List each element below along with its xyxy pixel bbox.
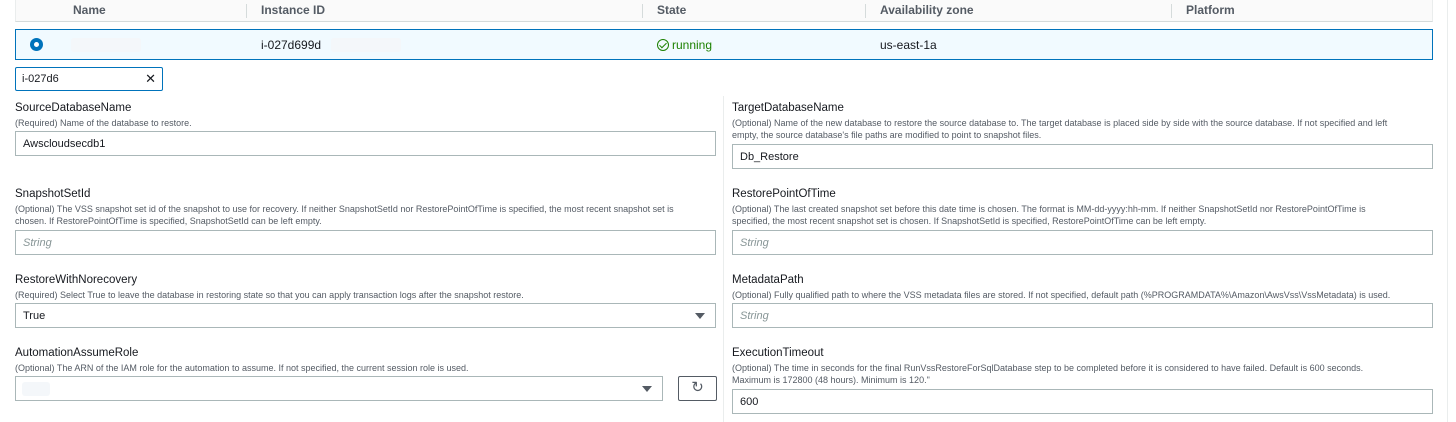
column-header-availability-zone[interactable]: Availability zone bbox=[880, 3, 974, 17]
snapshot-set-id-field: SnapshotSetId (Optional) The VSS snapsho… bbox=[15, 187, 720, 227]
column-header-state[interactable]: State bbox=[657, 3, 686, 17]
restore-point-of-time-input[interactable]: String bbox=[732, 230, 1433, 255]
execution-timeout-input[interactable]: 600 bbox=[732, 389, 1433, 414]
state-text: running bbox=[672, 38, 713, 52]
column-header-instance-id[interactable]: Instance ID bbox=[261, 3, 325, 17]
refresh-icon[interactable]: ↻ bbox=[678, 376, 717, 401]
field-description: (Optional) The ARN of the IAM role for t… bbox=[15, 363, 469, 373]
panel-edge bbox=[1447, 0, 1448, 422]
redacted-role bbox=[22, 382, 50, 396]
field-label: SourceDatabaseName bbox=[15, 102, 132, 114]
filter-value: i-027d6 bbox=[22, 73, 59, 85]
check-circle-icon bbox=[657, 39, 669, 51]
field-description: (Required) Name of the database to resto… bbox=[15, 118, 192, 128]
field-label: AutomationAssumeRole bbox=[15, 347, 139, 359]
automation-assume-role-field: AutomationAssumeRole (Optional) The ARN … bbox=[15, 346, 720, 374]
source-database-name-input[interactable]: Awscloudsecdb1 bbox=[15, 131, 716, 156]
instance-id-cell: i-027d699d bbox=[261, 38, 322, 52]
row-select-radio[interactable] bbox=[30, 38, 43, 51]
column-divider[interactable] bbox=[246, 4, 247, 18]
column-divider[interactable] bbox=[865, 4, 866, 18]
field-description: (Optional) The VSS snapshot set id of th… bbox=[15, 204, 674, 226]
instances-table-header: Name Instance ID State Availability zone… bbox=[15, 0, 1433, 22]
field-description: (Optional) The time in seconds for the f… bbox=[732, 363, 1364, 385]
field-label: ExecutionTimeout bbox=[732, 347, 824, 359]
target-database-name-field: TargetDatabaseName (Optional) Name of th… bbox=[732, 101, 1444, 141]
restore-with-norecovery-select[interactable]: True bbox=[15, 303, 716, 328]
field-description: (Optional) The last created snapshot set… bbox=[732, 204, 1366, 226]
restore-point-of-time-field: RestorePointOfTime (Optional) The last c… bbox=[732, 187, 1444, 227]
field-label: RestorePointOfTime bbox=[732, 188, 836, 200]
caret-down-icon bbox=[642, 386, 652, 392]
field-label: SnapshotSetId bbox=[15, 188, 91, 200]
instance-filter-input[interactable]: i-027d6 ✕ bbox=[15, 67, 163, 91]
automation-assume-role-select[interactable] bbox=[15, 376, 663, 401]
column-divider[interactable] bbox=[1171, 4, 1172, 18]
target-database-name-input[interactable]: Db_Restore bbox=[732, 144, 1433, 169]
availability-zone-cell: us-east-1a bbox=[880, 38, 937, 52]
column-divider bbox=[723, 96, 724, 422]
selected-value: True bbox=[23, 310, 46, 322]
state-cell: running bbox=[657, 38, 712, 52]
metadata-path-field: MetadataPath (Optional) Fully qualified … bbox=[732, 273, 1444, 301]
column-header-name[interactable]: Name bbox=[73, 3, 106, 17]
field-label: MetadataPath bbox=[732, 274, 804, 286]
table-row[interactable]: i-027d699d running us-east-1a bbox=[15, 29, 1433, 60]
field-label: TargetDatabaseName bbox=[732, 102, 844, 114]
source-database-name-field: SourceDatabaseName (Required) Name of th… bbox=[15, 101, 715, 129]
caret-down-icon bbox=[695, 313, 705, 319]
metadata-path-input[interactable]: String bbox=[732, 303, 1433, 328]
field-description: (Required) Select True to leave the data… bbox=[15, 290, 524, 300]
restore-with-norecovery-field: RestoreWithNorecovery (Required) Select … bbox=[15, 273, 720, 301]
redacted-instance-id bbox=[331, 38, 401, 52]
field-label: RestoreWithNorecovery bbox=[15, 274, 138, 286]
close-icon[interactable]: ✕ bbox=[145, 71, 156, 87]
column-header-platform[interactable]: Platform bbox=[1186, 3, 1235, 17]
execution-timeout-field: ExecutionTimeout (Optional) The time in … bbox=[732, 346, 1444, 386]
field-description: (Optional) Name of the new database to r… bbox=[732, 118, 1388, 140]
redacted-name bbox=[71, 38, 141, 52]
field-description: (Optional) Fully qualified path to where… bbox=[732, 290, 1391, 300]
snapshot-set-id-input[interactable]: String bbox=[15, 230, 716, 255]
column-divider[interactable] bbox=[642, 4, 643, 18]
